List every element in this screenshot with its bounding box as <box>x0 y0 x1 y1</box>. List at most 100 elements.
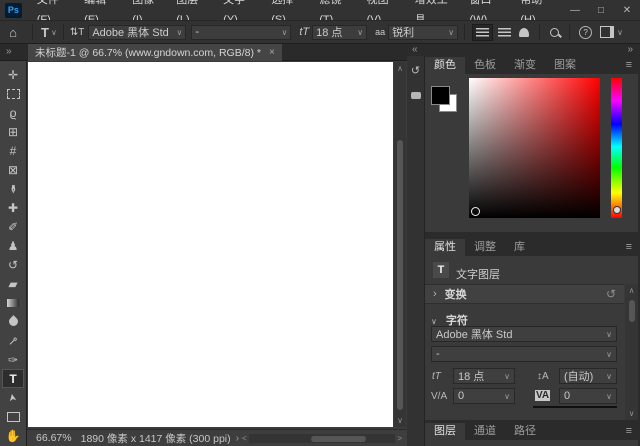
panel-menu-icon[interactable]: ≡ <box>626 57 632 74</box>
align-left-icon <box>476 28 489 37</box>
rectangle-tool[interactable] <box>2 407 24 426</box>
color-field[interactable] <box>469 78 600 218</box>
foreground-color-swatch[interactable] <box>431 86 450 105</box>
clone-stamp-tool[interactable]: ♟ <box>2 236 24 255</box>
scroll-down-icon[interactable]: ∨ <box>394 416 406 425</box>
separator <box>63 24 64 40</box>
char-font-family-select[interactable]: Adobe 黑体 Std ∨ <box>431 326 617 342</box>
panel-menu-icon[interactable]: ≡ <box>626 239 632 256</box>
scroll-up-icon[interactable]: ∧ <box>625 286 638 295</box>
type-tool-preset-icon[interactable]: T <box>39 25 51 40</box>
tool-preset-chevron-icon[interactable]: ∨ <box>51 28 57 37</box>
tab-libraries[interactable]: 库 <box>505 239 534 256</box>
char-size-select[interactable]: 18 点 ∨ <box>453 368 515 384</box>
path-selection-tool[interactable]: ➤ <box>2 388 24 407</box>
warp-text-icon <box>519 28 529 37</box>
hue-slider[interactable] <box>611 78 622 218</box>
frame-tool[interactable]: ⊠ <box>2 160 24 179</box>
workspace-chevron-icon[interactable]: ∨ <box>617 28 623 37</box>
horizontal-scroll-thumb[interactable] <box>311 436 366 442</box>
help-button[interactable]: ? <box>576 26 595 39</box>
char-font-family-value: Adobe 黑体 Std <box>436 326 512 342</box>
horizontal-scrollbar[interactable]: < > <box>242 433 402 444</box>
eraser-tool[interactable]: ▰ <box>2 274 24 293</box>
status-chevron-icon[interactable]: › <box>236 432 240 444</box>
char-font-style-select[interactable]: - ∨ <box>431 346 617 362</box>
toolbar-expand-icon[interactable]: » <box>6 46 11 57</box>
spot-healing-tool[interactable]: ✚ <box>2 198 24 217</box>
anti-alias-select[interactable]: 锐利 ∨ <box>388 25 458 40</box>
tab-swatches[interactable]: 色板 <box>465 57 505 74</box>
search-button[interactable] <box>546 28 563 37</box>
history-panel-icon[interactable]: ↺ <box>407 64 424 77</box>
help-icon: ? <box>579 26 592 39</box>
workspace-icon <box>600 26 614 38</box>
document-tab[interactable]: 未标题-1 @ 66.7% (www.gndown.com, RGB/8) * … <box>28 44 282 61</box>
gradient-tool[interactable] <box>2 293 24 312</box>
chevron-down-icon: ∨ <box>606 330 612 339</box>
vertical-scroll-thumb[interactable] <box>397 140 403 410</box>
document-canvas[interactable] <box>28 62 393 427</box>
char-kerning-select[interactable]: 0 ∨ <box>559 388 617 404</box>
dock-expand-icon[interactable]: » <box>627 44 633 55</box>
tab-paths[interactable]: 路径 <box>505 423 545 440</box>
tab-patterns[interactable]: 图案 <box>545 57 585 74</box>
pen-tool[interactable]: ✑ <box>2 350 24 369</box>
properties-scroll-thumb[interactable] <box>629 300 635 322</box>
text-orientation-icon[interactable]: ⇅T <box>70 27 85 38</box>
zoom-level[interactable]: 66.67% <box>36 432 72 444</box>
font-size-select[interactable]: 18 点 ∨ <box>312 25 367 40</box>
tab-color[interactable]: 颜色 <box>425 57 465 74</box>
brush-tool[interactable]: ✐ <box>2 217 24 236</box>
document-close-icon[interactable]: × <box>269 47 275 58</box>
document-info: 1890 像素 x 1417 像素 (300 ppi) <box>81 431 231 446</box>
lasso-tool[interactable]: ϱ <box>2 103 24 122</box>
tab-layers[interactable]: 图层 <box>425 423 465 440</box>
char-leading-select[interactable]: (自动) ∨ <box>559 368 617 384</box>
panel-menu-icon[interactable]: ≡ <box>626 423 632 440</box>
tab-gradients[interactable]: 渐变 <box>505 57 545 74</box>
scroll-down-icon[interactable]: ∨ <box>625 409 638 418</box>
object-selection-tool[interactable]: ⊞ <box>2 122 24 141</box>
window-controls: — □ ✕ <box>562 0 640 20</box>
move-tool[interactable]: ✛ <box>2 65 24 84</box>
horizontal-scroll-track[interactable] <box>249 434 396 443</box>
dodge-tool[interactable]: ⊸ <box>2 331 24 350</box>
photoshop-window: Ps 文件(F) 编辑(E) 图像(I) 图层(L) 文字(Y) 选择(S) 滤… <box>0 0 640 446</box>
transform-section-header[interactable]: › 变换 ↺ <box>425 284 624 304</box>
home-icon[interactable]: ⌂ <box>0 25 26 40</box>
scroll-up-icon[interactable]: ∧ <box>394 64 406 73</box>
comments-panel-icon[interactable] <box>411 92 421 99</box>
dock-collapse-icon[interactable]: « <box>412 44 418 55</box>
color-panel-body <box>425 74 638 232</box>
align-left-button[interactable] <box>472 24 493 41</box>
tab-adjustments[interactable]: 调整 <box>465 239 505 256</box>
type-tool[interactable]: T <box>2 369 24 388</box>
app-logo: Ps <box>5 3 22 18</box>
color-field-marker[interactable] <box>471 207 480 216</box>
align-center-button[interactable] <box>495 25 514 40</box>
maximize-button[interactable]: □ <box>588 0 614 20</box>
hand-tool[interactable]: ✋ <box>2 426 24 445</box>
close-button[interactable]: ✕ <box>614 0 640 20</box>
properties-scrollbar[interactable]: ∧ ∨ <box>625 284 638 420</box>
warp-text-button[interactable] <box>516 25 532 40</box>
tab-channels[interactable]: 通道 <box>465 423 505 440</box>
minimize-button[interactable]: — <box>562 0 588 20</box>
eyedropper-tool[interactable]: ✒ <box>2 179 24 198</box>
scroll-left-icon[interactable]: < <box>242 434 247 443</box>
marquee-tool[interactable] <box>2 84 24 103</box>
blur-tool[interactable] <box>2 312 24 331</box>
vertical-scrollbar[interactable]: ∧ ∨ <box>394 62 406 427</box>
crop-tool[interactable]: # <box>2 141 24 160</box>
hue-slider-marker[interactable] <box>613 206 621 214</box>
history-brush-tool[interactable]: ↺ <box>2 255 24 274</box>
reset-icon[interactable]: ↺ <box>606 287 616 301</box>
scroll-right-icon[interactable]: > <box>397 434 402 443</box>
font-style-select[interactable]: - ∨ <box>191 25 291 40</box>
font-family-select[interactable]: Adobe 黑体 Std ∨ <box>88 25 186 40</box>
tab-properties[interactable]: 属性 <box>425 239 465 256</box>
char-tracking-select[interactable]: 0 ∨ <box>453 388 515 404</box>
char-font-style-value: - <box>436 348 440 360</box>
workspace-button[interactable] <box>595 26 617 38</box>
